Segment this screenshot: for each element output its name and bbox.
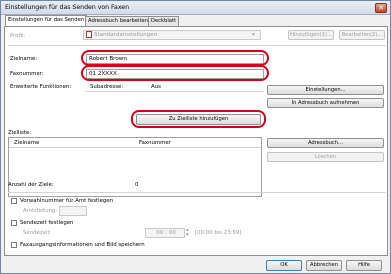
- divider: [86, 91, 264, 92]
- highlight-ring: [131, 110, 266, 128]
- highlight-ring: [81, 50, 269, 66]
- send-time-checkbox[interactable]: [11, 220, 17, 226]
- profile-icon: [86, 31, 92, 38]
- ok-button[interactable]: OK: [266, 260, 302, 271]
- profile-label: Profil:: [10, 33, 26, 39]
- divider: [8, 45, 386, 46]
- destination-list[interactable]: Zielname Faxnummer: [8, 137, 262, 197]
- extended-functions-label: Erweiterte Funktionen:: [10, 84, 72, 90]
- column-header-name[interactable]: Zielname: [14, 140, 39, 146]
- outside-dial-checkbox[interactable]: [11, 198, 17, 204]
- close-icon[interactable]: ✕: [375, 3, 387, 13]
- time-spinner-icon[interactable]: ▴ ▾: [186, 227, 189, 238]
- destination-count-label: Anzahl der Ziele:: [8, 182, 54, 188]
- addressbook-button[interactable]: Adressbuch...: [267, 138, 384, 148]
- send-time-range: [00:00 bis 23:59]: [195, 230, 242, 236]
- outside-dial-label: Vorwahlnummer für Amt festlegen: [20, 198, 114, 204]
- recipient-name-label: Zielname:: [10, 56, 38, 62]
- edit-profile-button[interactable]: Bearbeiten(2)...: [339, 30, 385, 40]
- save-info-label: Faxausgangsinformationen und Bild speich…: [20, 242, 145, 248]
- help-button[interactable]: Hilfe: [346, 260, 382, 271]
- send-time-field-label: Sendezeit:: [23, 230, 52, 236]
- tab-cover-sheet[interactable]: Deckblatt: [148, 16, 180, 26]
- list-header: Zielname Faxnummer: [9, 138, 261, 148]
- profile-value: Standardeinstellungen: [94, 32, 158, 38]
- delete-button[interactable]: Löschen: [267, 152, 384, 162]
- profile-select[interactable]: Standardeinstellungen: [83, 30, 261, 40]
- send-time-input[interactable]: 00 : 00: [145, 228, 185, 238]
- tab-edit-addressbook[interactable]: Adressbuch bearbeiten: [85, 16, 151, 26]
- column-header-fax[interactable]: Faxnummer: [139, 140, 171, 146]
- send-time-label: Sendezeit festlegen: [20, 220, 74, 226]
- destination-count-value: 0: [135, 182, 139, 188]
- divider: [8, 192, 386, 193]
- window-title: Einstellungen für das Senden von Faxen: [5, 4, 130, 11]
- subaddress-label: Subadresse:: [90, 84, 124, 90]
- outside-line-input[interactable]: [59, 206, 87, 216]
- fax-settings-window: Einstellungen für das Senden von Faxen ✕…: [0, 0, 391, 274]
- settings-button[interactable]: Einstellungen...: [267, 85, 384, 95]
- destination-list-label: Zielliste:: [8, 130, 32, 136]
- add-to-addressbook-button[interactable]: In Adressbuch aufnehmen: [267, 98, 384, 108]
- cancel-button[interactable]: Abbrechen: [306, 260, 342, 271]
- subaddress-value: Aus: [151, 84, 161, 90]
- fax-number-label: Faxnummer:: [10, 71, 44, 77]
- tab-panel: Profil: Standardeinstellungen ▾ Hinzufüg…: [4, 26, 388, 256]
- outside-line-label: Amtsleitung:: [23, 208, 58, 214]
- chevron-down-icon: ▾: [252, 32, 255, 38]
- add-profile-button[interactable]: Hinzufügen(1)...: [288, 30, 334, 40]
- title-bar: Einstellungen für das Senden von Faxen ✕: [1, 1, 390, 15]
- save-info-checkbox[interactable]: [11, 242, 17, 248]
- highlight-ring: [81, 65, 269, 81]
